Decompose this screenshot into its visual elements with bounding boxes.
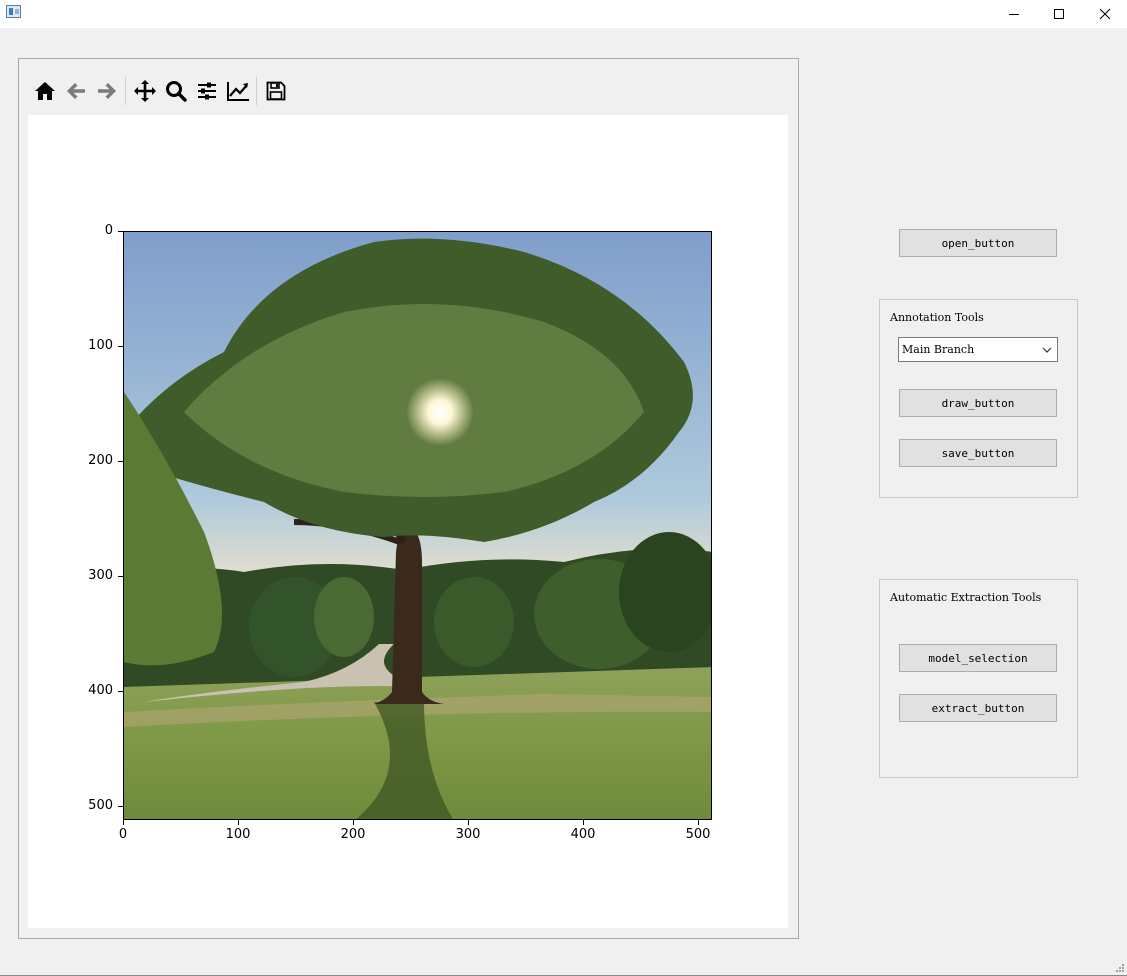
- x-tick-mark: [238, 820, 239, 825]
- title-bar[interactable]: [0, 0, 1127, 28]
- x-tick-label: 100: [225, 827, 251, 842]
- x-tick-mark: [698, 820, 699, 825]
- main-window: 0 100 200 300 400 500 0 100 200 300 400 500 open_bu…: [0, 0, 1127, 976]
- y-tick-label: 500: [88, 798, 113, 813]
- maximize-icon[interactable]: [1036, 0, 1082, 28]
- minimize-icon[interactable]: [991, 0, 1037, 28]
- x-tick-label: 200: [340, 827, 366, 842]
- toolbar-separator: [256, 77, 257, 105]
- y-tick-label: 100: [88, 338, 113, 353]
- branch-type-select[interactable]: Main Branch: [898, 337, 1058, 362]
- figure-canvas[interactable]: 0 100 200 300 400 500 0 100 200 300 400 500: [28, 115, 788, 928]
- x-tick-mark: [583, 820, 584, 825]
- y-tick-mark: [118, 461, 123, 462]
- app-icon: [6, 5, 21, 18]
- y-tick-mark: [118, 346, 123, 347]
- annotation-tools-title: Annotation Tools: [890, 311, 984, 324]
- y-tick-mark: [118, 806, 123, 807]
- zoom-icon[interactable]: [160, 75, 191, 107]
- annotation-tools-group: Annotation Tools Main Branch draw_button…: [879, 299, 1078, 498]
- draw-button[interactable]: draw_button: [899, 389, 1057, 417]
- extraction-tools-group: Automatic Extraction Tools model_selecti…: [879, 579, 1078, 778]
- resize-grip-icon[interactable]: [1115, 963, 1125, 973]
- y-tick-label: 300: [88, 568, 113, 583]
- x-tick-mark: [353, 820, 354, 825]
- x-tick-label: 0: [118, 827, 128, 842]
- subplots-config-icon[interactable]: [191, 75, 222, 107]
- forward-arrow-icon[interactable]: [91, 75, 122, 107]
- y-tick-mark: [118, 231, 123, 232]
- save-button[interactable]: save_button: [899, 439, 1057, 467]
- y-tick-label: 200: [88, 453, 113, 468]
- pan-icon[interactable]: [129, 75, 160, 107]
- y-tick-mark: [118, 691, 123, 692]
- extract-button[interactable]: extract_button: [899, 694, 1057, 722]
- x-tick-label: 500: [685, 827, 711, 842]
- x-tick-mark: [123, 820, 124, 825]
- y-tick-label: 0: [104, 223, 113, 238]
- edit-axis-icon[interactable]: [222, 75, 253, 107]
- open-button[interactable]: open_button: [899, 229, 1057, 257]
- branch-type-value: Main Branch: [902, 343, 975, 356]
- x-tick-mark: [468, 820, 469, 825]
- tree-photo-image[interactable]: [123, 231, 712, 820]
- chevron-down-icon: [1042, 347, 1052, 353]
- back-arrow-icon[interactable]: [60, 75, 91, 107]
- close-icon[interactable]: [1082, 0, 1127, 28]
- y-tick-mark: [118, 576, 123, 577]
- x-tick-label: 400: [570, 827, 596, 842]
- toolbar-separator: [125, 77, 126, 105]
- extraction-tools-title: Automatic Extraction Tools: [890, 591, 1042, 604]
- home-icon[interactable]: [29, 75, 60, 107]
- x-tick-label: 300: [455, 827, 481, 842]
- y-tick-label: 400: [88, 683, 113, 698]
- save-icon[interactable]: [260, 75, 291, 107]
- matplotlib-figure-panel: 0 100 200 300 400 500 0 100 200 300 400 500: [18, 58, 799, 939]
- model-selection-button[interactable]: model_selection: [899, 644, 1057, 672]
- navigation-toolbar: [29, 73, 291, 109]
